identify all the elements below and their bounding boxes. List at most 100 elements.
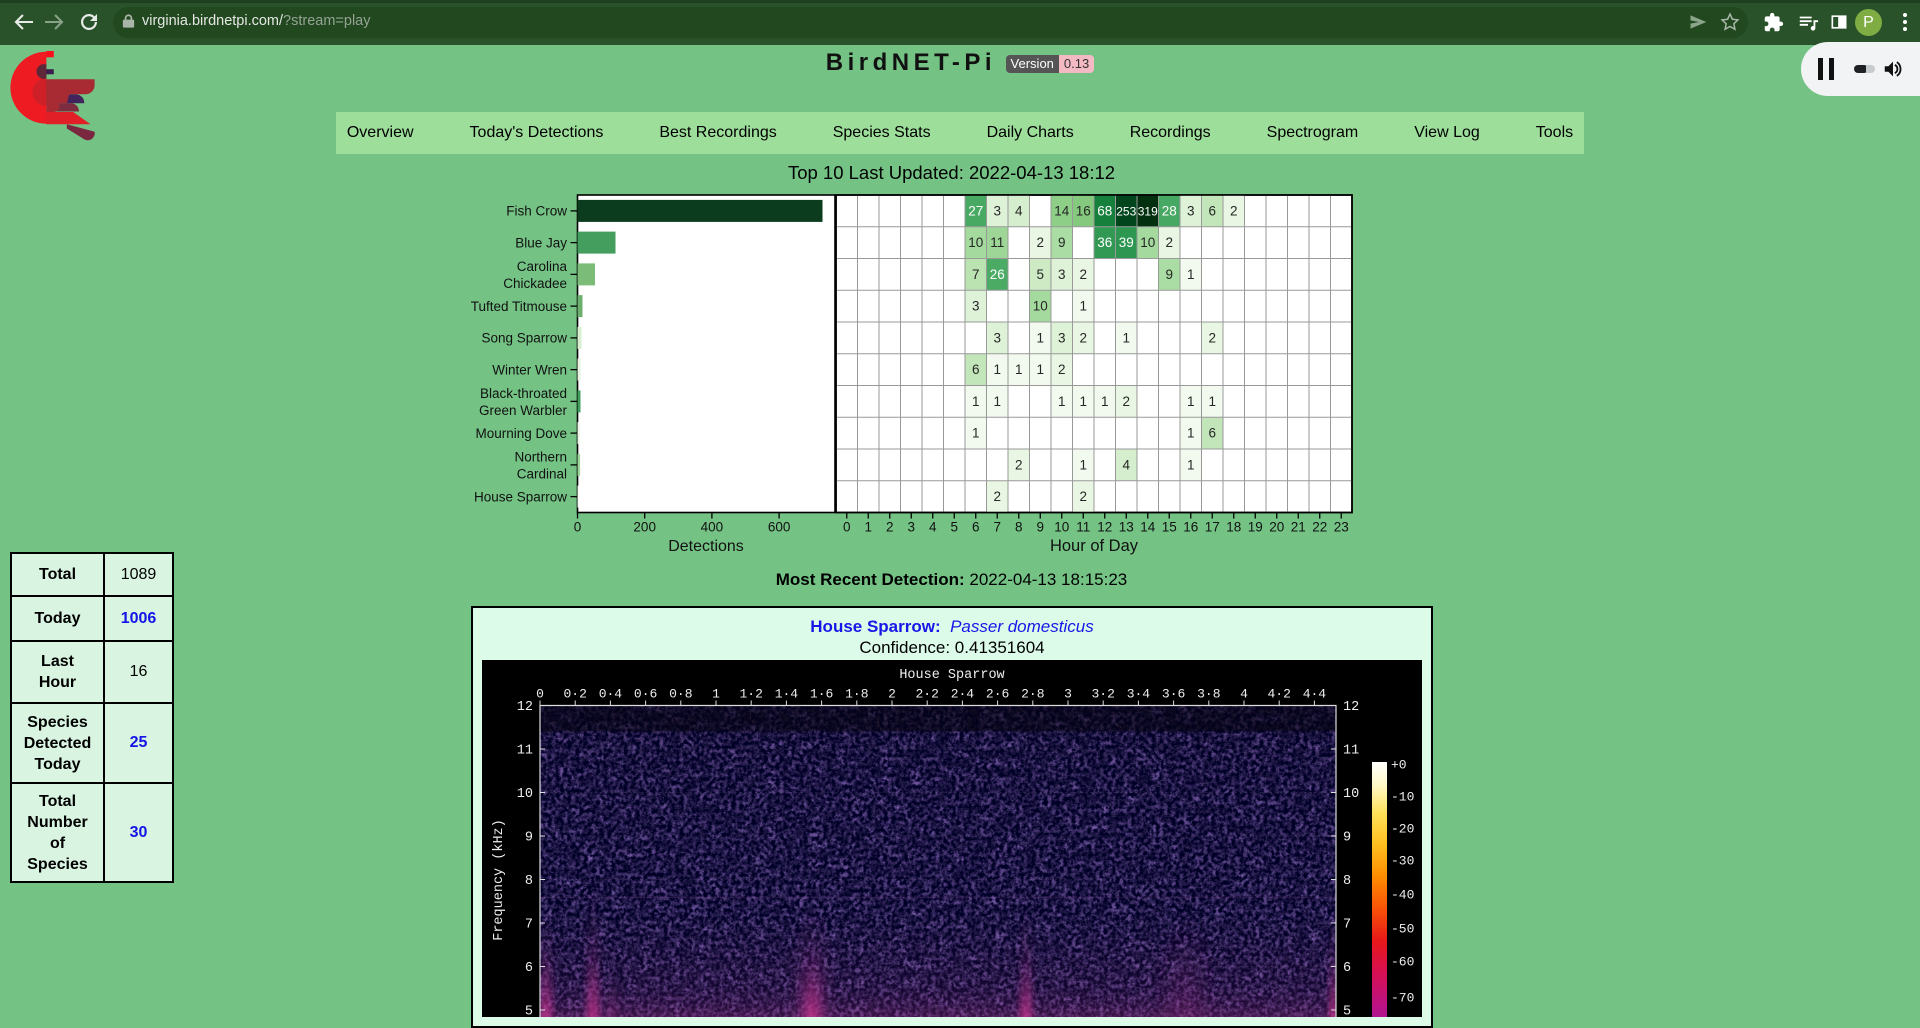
svg-text:Carolina: Carolina [517, 259, 568, 274]
svg-text:1·6: 1·6 [810, 687, 833, 702]
svg-text:39: 39 [1119, 235, 1134, 250]
svg-text:1: 1 [1187, 394, 1195, 409]
svg-text:253: 253 [1116, 204, 1136, 218]
svg-text:10: 10 [968, 235, 983, 250]
svg-text:7: 7 [1343, 918, 1351, 933]
svg-text:Detections: Detections [668, 538, 744, 555]
svg-text:0: 0 [536, 687, 544, 702]
svg-text:Green Warbler: Green Warbler [479, 403, 568, 418]
svg-text:1: 1 [1187, 426, 1195, 441]
svg-text:16: 16 [1076, 203, 1091, 218]
svg-text:3: 3 [972, 299, 980, 314]
svg-text:2: 2 [1015, 457, 1023, 472]
svg-text:7: 7 [525, 918, 533, 933]
svg-text:Tufted Titmouse: Tufted Titmouse [471, 299, 567, 314]
svg-text:1·8: 1·8 [845, 687, 868, 702]
svg-text:200: 200 [633, 520, 656, 535]
svg-text:1: 1 [1208, 394, 1216, 409]
svg-text:2: 2 [1230, 203, 1238, 218]
svg-text:0·6: 0·6 [634, 687, 657, 702]
svg-text:5: 5 [1343, 1005, 1351, 1018]
svg-text:3·4: 3·4 [1127, 687, 1151, 702]
svg-text:2: 2 [1122, 394, 1130, 409]
svg-text:2: 2 [1058, 362, 1066, 377]
svg-text:11: 11 [990, 235, 1004, 250]
svg-text:10: 10 [1054, 520, 1069, 535]
svg-text:1: 1 [864, 520, 872, 535]
svg-text:1: 1 [993, 394, 1001, 409]
svg-text:1: 1 [1079, 299, 1087, 314]
svg-text:4: 4 [1122, 457, 1130, 472]
svg-text:-40: -40 [1391, 888, 1414, 903]
svg-text:2: 2 [1208, 330, 1216, 345]
svg-text:3·6: 3·6 [1162, 687, 1185, 702]
svg-text:2: 2 [1079, 489, 1087, 504]
svg-text:600: 600 [768, 520, 791, 535]
svg-text:3: 3 [1187, 203, 1195, 218]
svg-text:1: 1 [993, 362, 1001, 377]
svg-text:23: 23 [1334, 520, 1349, 535]
svg-text:8: 8 [525, 874, 533, 889]
svg-text:-30: -30 [1391, 854, 1414, 869]
svg-text:Cardinal: Cardinal [517, 466, 567, 481]
svg-text:14: 14 [1140, 520, 1156, 535]
svg-text:2: 2 [1079, 330, 1087, 345]
svg-text:9: 9 [1058, 235, 1066, 250]
svg-text:2: 2 [886, 520, 894, 535]
svg-text:16: 16 [1183, 520, 1198, 535]
svg-text:10: 10 [1033, 299, 1048, 314]
svg-text:27: 27 [968, 203, 983, 218]
svg-text:12: 12 [517, 700, 533, 715]
svg-text:4: 4 [1015, 203, 1023, 218]
svg-text:9: 9 [525, 831, 533, 846]
svg-text:6: 6 [972, 362, 980, 377]
svg-text:9: 9 [1165, 267, 1173, 282]
svg-text:2: 2 [1036, 235, 1044, 250]
svg-text:0: 0 [574, 520, 582, 535]
svg-text:Frequency (kHz): Frequency (kHz) [492, 819, 507, 941]
svg-text:-70: -70 [1391, 991, 1414, 1006]
svg-text:Chickadee: Chickadee [503, 276, 567, 291]
svg-text:2: 2 [1165, 235, 1173, 250]
svg-text:Blue Jay: Blue Jay [515, 235, 567, 250]
svg-text:1: 1 [1079, 457, 1087, 472]
svg-text:2·4: 2·4 [951, 687, 975, 702]
svg-text:10: 10 [1140, 235, 1155, 250]
svg-text:7: 7 [972, 267, 980, 282]
svg-text:Fish Crow: Fish Crow [506, 204, 567, 219]
svg-text:11: 11 [1343, 744, 1359, 759]
svg-text:-20: -20 [1391, 822, 1414, 837]
svg-text:1: 1 [1187, 267, 1195, 282]
svg-text:0·4: 0·4 [599, 687, 623, 702]
svg-text:11: 11 [517, 744, 533, 759]
svg-text:18: 18 [1226, 520, 1241, 535]
svg-text:9: 9 [1036, 520, 1044, 535]
svg-text:0: 0 [843, 520, 851, 535]
svg-text:Mourning Dove: Mourning Dove [475, 426, 567, 441]
svg-text:28: 28 [1162, 203, 1177, 218]
svg-text:3: 3 [1058, 267, 1066, 282]
svg-text:319: 319 [1138, 204, 1158, 218]
svg-text:Northern: Northern [514, 449, 567, 464]
svg-text:8: 8 [1343, 874, 1351, 889]
svg-text:1: 1 [1036, 330, 1044, 345]
svg-text:13: 13 [1119, 520, 1134, 535]
svg-text:8: 8 [1015, 520, 1023, 535]
svg-text:1: 1 [972, 426, 980, 441]
svg-text:1: 1 [1122, 330, 1130, 345]
svg-text:5: 5 [525, 1005, 533, 1018]
svg-text:4·4: 4·4 [1303, 687, 1327, 702]
svg-text:10: 10 [1343, 787, 1359, 802]
svg-text:14: 14 [1054, 203, 1070, 218]
svg-text:2·2: 2·2 [915, 687, 938, 702]
svg-text:1: 1 [972, 394, 980, 409]
svg-text:-50: -50 [1391, 922, 1414, 937]
svg-text:0·2: 0·2 [563, 687, 586, 702]
svg-text:-10: -10 [1391, 790, 1414, 805]
svg-text:15: 15 [1162, 520, 1177, 535]
svg-text:26: 26 [990, 267, 1005, 282]
svg-text:3: 3 [1058, 330, 1066, 345]
svg-text:+0: +0 [1391, 758, 1407, 773]
svg-text:20: 20 [1269, 520, 1284, 535]
svg-text:19: 19 [1248, 520, 1263, 535]
